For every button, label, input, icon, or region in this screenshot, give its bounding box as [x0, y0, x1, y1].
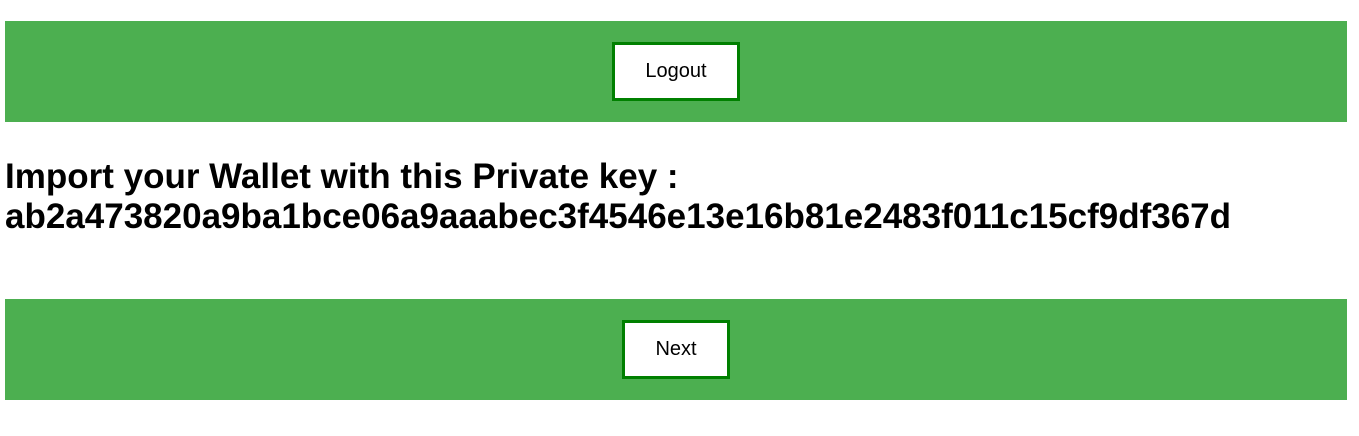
private-key-heading: Import your Wallet with this Private key…: [5, 157, 1231, 237]
bottom-action-bar: Next: [5, 299, 1347, 400]
heading-prefix: Import your Wallet with this Private key…: [5, 157, 679, 196]
next-button[interactable]: Next: [622, 320, 730, 379]
top-action-bar: Logout: [5, 21, 1347, 122]
private-key-value: ab2a473820a9ba1bce06a9aaabec3f4546e13e16…: [5, 197, 1232, 236]
logout-button[interactable]: Logout: [612, 42, 740, 101]
